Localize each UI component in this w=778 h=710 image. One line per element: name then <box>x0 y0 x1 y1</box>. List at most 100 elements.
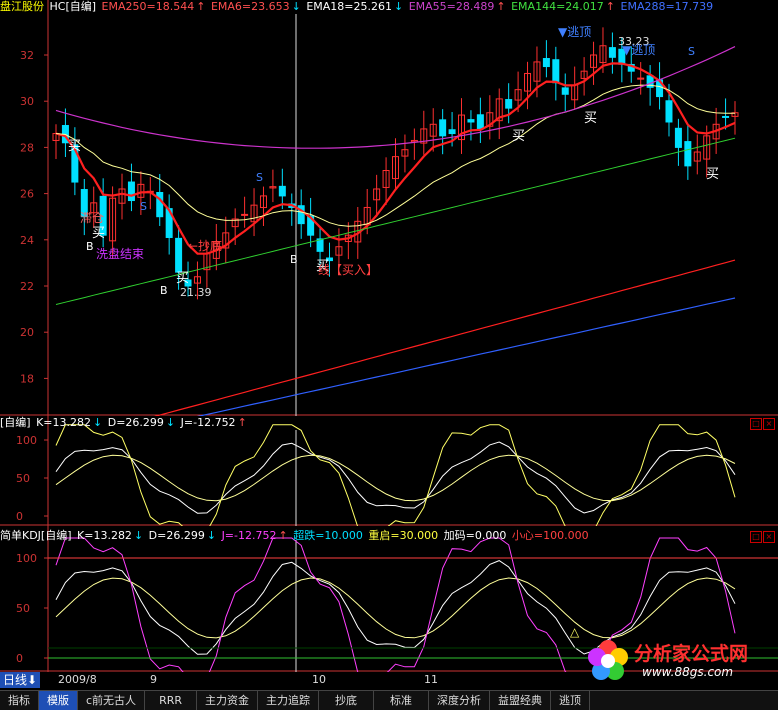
minimize-icon[interactable]: □ <box>750 531 762 543</box>
ema250-value: EMA250=18.544 <box>101 0 195 13</box>
candle-body <box>156 191 164 218</box>
ema6-arrow: ↓ <box>291 0 301 13</box>
candle-body <box>684 141 692 167</box>
tick-10: 10 <box>312 673 326 686</box>
kdj1-d-arrow: ↓ <box>165 416 176 429</box>
main-indicator-header: 盘江股份 HC[自编] EMA250=18.544 ↑ EMA6=23.653 ↓ … <box>0 0 715 14</box>
low-price-label: 21.39 <box>180 286 212 299</box>
ema18-value: EMA18=25.261 <box>306 0 392 13</box>
candle-body <box>608 47 616 58</box>
buy-signal-label: 买 <box>68 139 81 154</box>
kdj1-k-arrow: ↓ <box>93 416 103 429</box>
ema144-value: EMA144=24.017 <box>511 0 604 13</box>
site-logo: 分析家公式网 www.88gs.com <box>584 635 774 687</box>
tab-deep-analysis[interactable]: 深度分析 <box>429 691 490 710</box>
period-label: 日线 <box>3 673 28 687</box>
candle-body <box>175 237 183 273</box>
close-icon[interactable]: × <box>763 531 775 543</box>
tab-yimeng-classic[interactable]: 益盟经典 <box>490 691 551 710</box>
escape-label: ▼逃顶 <box>558 25 591 39</box>
minimize-icon[interactable]: □ <box>750 418 762 430</box>
ema250-arrow: ↑ <box>196 0 206 13</box>
ema144-arrow: ↑ <box>605 0 615 13</box>
kdj2-tick-label: 50 <box>16 602 30 615</box>
kdj2-title: 简单KDJ[自编] <box>0 529 72 542</box>
kdj1-j-arrow: ↑ <box>237 416 247 429</box>
kdj1-header: [自编] K=13.282 ↓ D=26.299 ↓ J=-12.752 ↑ <box>0 416 249 430</box>
y-tick-label: 28 <box>20 141 34 154</box>
b-signal-label: B <box>290 253 298 266</box>
main-chart-pane[interactable]: 32 30 28 26 24 22 20 18 买买买买买买买 S S S B B B 滞仓 洗盘结束 ←抄底 线【… <box>0 0 778 416</box>
candle-body <box>665 100 673 123</box>
y-tick-label: 18 <box>20 372 34 385</box>
stock-name: 盘江股份 <box>0 0 44 13</box>
tab-main-tracking[interactable]: 主力追踪 <box>258 691 319 710</box>
wash-label: 洗盘结束 <box>96 246 144 261</box>
kdj1-d: D=26.299 <box>107 416 164 429</box>
candle-body <box>561 87 569 95</box>
kdj2-marker: △ <box>570 625 580 639</box>
candle-body <box>476 114 484 130</box>
ema288-value: EMA288=17.739 <box>620 0 714 13</box>
kdj2-d: D=26.299 <box>148 529 205 542</box>
kdj2-xiaoxin: 小心=100.000 <box>511 529 589 542</box>
tick-2009-8: 2009/8 <box>58 673 97 686</box>
candle-body <box>439 119 447 137</box>
tab-rrr[interactable]: RRR <box>145 691 197 710</box>
kdj1-bg <box>0 416 778 526</box>
kdj2-d-arrow: ↓ <box>206 529 217 542</box>
kdj2-header: 简单KDJ[自编] K=13.282 ↓ D=26.299 ↓ J=-12.752 ↑… <box>0 529 591 543</box>
sell-signal-label: S <box>688 45 695 58</box>
candle-body <box>448 129 456 135</box>
buy-signal-label: 买 <box>512 129 525 144</box>
buy-signal-label: 买 <box>176 271 189 286</box>
b-signal-label: B <box>86 240 94 253</box>
kdj-chart-1[interactable]: 100 50 0 <box>0 416 778 526</box>
kdj2-k: K=13.282 <box>77 529 132 542</box>
candle-body <box>722 115 730 118</box>
escape-label: ▼逃顶 <box>622 43 655 57</box>
tab-indicator[interactable]: 指标 <box>0 691 39 710</box>
kdj2-chaodie: 超跌=10.000 <box>293 529 363 542</box>
ema55-value: EMA55=28.489 <box>408 0 495 13</box>
tab-standard[interactable]: 标准 <box>374 691 429 710</box>
kdj2-k-arrow: ↓ <box>133 529 144 542</box>
y-tick-label: 22 <box>20 280 34 293</box>
period-selector[interactable]: 日线⬇ <box>0 672 41 688</box>
formula-tab-bar: 指标 模版 c前无古人 RRR 主力资金 主力追踪 抄底 标准 深度分析 益盟经… <box>0 690 778 710</box>
kdj1-tick-label: 50 <box>16 472 30 485</box>
kdj2-tick-label: 100 <box>16 552 37 565</box>
kdj2-j: J=-12.752 <box>221 529 277 542</box>
buy-signal-label: 买 <box>92 226 105 241</box>
ema6-value: EMA6=23.653 <box>210 0 290 13</box>
candle-body <box>505 99 513 109</box>
kdj2-tick-label: 0 <box>16 652 23 665</box>
tab-top-escape[interactable]: 逃顶 <box>551 691 590 710</box>
tab-main-funds[interactable]: 主力资金 <box>197 691 258 710</box>
y-tick-label: 20 <box>20 326 34 339</box>
close-icon[interactable]: × <box>763 418 775 430</box>
candle-body <box>552 59 560 84</box>
kdj2-j-arrow: ↑ <box>278 529 288 542</box>
hedge-label: 滞仓 <box>80 211 104 225</box>
kdj1-j: J=-12.752 <box>180 416 236 429</box>
tick-11: 11 <box>424 673 438 686</box>
kdj2-jiama: 加码=0.000 <box>443 529 507 542</box>
logo-title: 分析家公式网 <box>634 643 749 665</box>
bottom-label: ←抄底 <box>188 238 222 253</box>
candlestick-chart[interactable]: 3230282624222018买买买买买买买SSSBBB滞仓洗盘结束←抄底线【… <box>0 0 778 416</box>
kdj2-chongqi: 重启=30.000 <box>368 529 439 542</box>
tab-template[interactable]: 模版 <box>39 691 78 710</box>
kdj-pane-1[interactable]: 100 50 0 [自编] K=13.282 ↓ D=26.299 ↓ J=-12.75… <box>0 416 778 526</box>
candle-body <box>278 185 286 197</box>
buy-signal-label: 买 <box>584 111 597 126</box>
formula-name: HC[自编] <box>49 0 97 13</box>
tab-bottom-fishing[interactable]: 抄底 <box>319 691 374 710</box>
ema55-arrow: ↑ <box>496 0 506 13</box>
ema18-arrow: ↓ <box>394 0 404 13</box>
y-tick-label: 32 <box>20 49 34 62</box>
tab-qianwu[interactable]: c前无古人 <box>78 691 146 710</box>
candle-body <box>542 58 550 68</box>
y-tick-label: 26 <box>20 188 34 201</box>
y-tick-label: 24 <box>20 234 34 247</box>
